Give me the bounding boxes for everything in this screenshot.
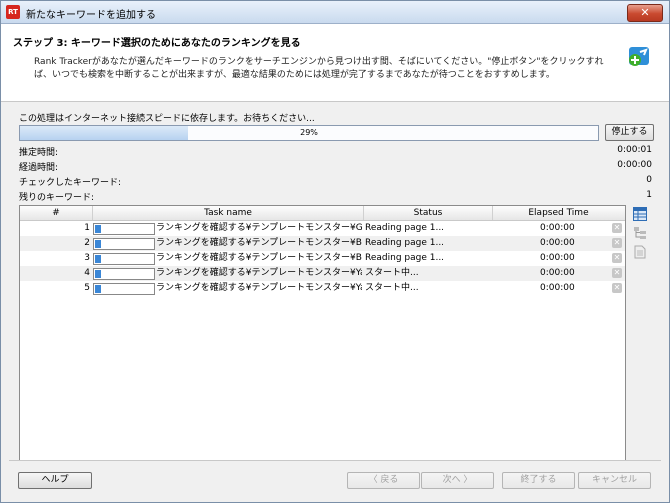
task-progress-fill (95, 285, 101, 293)
remove-task-icon[interactable]: ✕ (612, 268, 622, 278)
column-header-status[interactable]: Status (364, 206, 493, 220)
row-number: 1 (84, 223, 90, 233)
task-status: Reading page 1... (365, 253, 445, 263)
table-view-icon[interactable] (633, 207, 647, 221)
task-status: スタート中... (365, 268, 419, 278)
stat-value-estimated: 0:00:01 (617, 145, 652, 155)
next-button[interactable]: 次へ 〉 (421, 472, 494, 489)
row-number: 4 (84, 268, 90, 278)
overall-progress-bar: 29% (19, 125, 599, 141)
task-elapsed: 0:00:00 (540, 223, 575, 233)
window-title: 新たなキーワードを追加する (26, 10, 156, 21)
back-button[interactable]: 〈 戻る (347, 472, 420, 489)
stat-value-elapsed: 0:00:00 (617, 160, 652, 170)
task-status: Reading page 1... (365, 223, 445, 233)
app-icon: RT (6, 5, 20, 19)
cancel-button[interactable]: キャンセル (578, 472, 651, 489)
task-progress-fill (95, 225, 101, 233)
close-button[interactable]: ✕ (627, 4, 663, 22)
task-progress-bar (93, 238, 155, 250)
footer-divider (9, 460, 661, 461)
add-keyword-icon (629, 47, 649, 66)
column-header-task-name[interactable]: Task name (93, 206, 364, 220)
task-elapsed: 0:00:00 (540, 268, 575, 278)
task-name: ランキングを確認する¥テンプレートモンスター¥Googl... (156, 223, 362, 233)
remove-task-icon[interactable]: ✕ (612, 223, 622, 233)
tree-view-icon[interactable] (633, 226, 647, 240)
task-progress-fill (95, 270, 101, 278)
task-progress-bar (93, 253, 155, 265)
table-row[interactable]: 2 ランキングを確認する¥テンプレートモンスター¥Bing (... Readi… (20, 236, 625, 251)
stat-label-estimated: 推定時間: (19, 148, 59, 158)
wizard-header: ステップ 3: キーワード選択のためにあなたのランキングを見る Rank Tra… (1, 24, 669, 102)
task-progress-fill (95, 240, 101, 248)
task-progress-fill (95, 255, 101, 263)
column-header-number[interactable]: # (20, 206, 93, 220)
task-progress-bar (93, 283, 155, 295)
row-number: 2 (84, 238, 90, 248)
remove-task-icon[interactable]: ✕ (612, 253, 622, 263)
table-row[interactable]: 1 ランキングを確認する¥テンプレートモンスター¥Googl... Readin… (20, 221, 625, 236)
stat-label-checked: チェックしたキーワード: (19, 178, 122, 188)
remove-task-icon[interactable]: ✕ (612, 238, 622, 248)
help-button[interactable]: ヘルプ (18, 472, 92, 489)
row-number: 5 (84, 283, 90, 293)
task-elapsed: 0:00:00 (540, 238, 575, 248)
task-progress-bar (93, 268, 155, 280)
stat-label-remaining: 残りのキーワード: (19, 193, 95, 203)
task-name: ランキングを確認する¥テンプレートモンスター¥Bing (... (156, 253, 362, 263)
step-title: ステップ 3: キーワード選択のためにあなたのランキングを見る (13, 38, 301, 49)
stat-value-remaining: 1 (646, 190, 652, 200)
table-row[interactable]: 4 ランキングを確認する¥テンプレートモンスター¥Yahoo... スタート中.… (20, 266, 625, 281)
task-progress-bar (93, 223, 155, 235)
task-status: スタート中... (365, 283, 419, 293)
task-table: # Task name Status Elapsed Time 1 ランキングを… (19, 205, 626, 461)
finish-button[interactable]: 終了する (502, 472, 575, 489)
stat-value-checked: 0 (646, 175, 652, 185)
table-row[interactable]: 5 ランキングを確認する¥テンプレートモンスター¥Yahoo... スタート中.… (20, 281, 625, 296)
task-name: ランキングを確認する¥テンプレートモンスター¥Bing (... (156, 238, 362, 248)
task-elapsed: 0:00:00 (540, 253, 575, 263)
step-description: Rank Trackerがあなたが選んだキーワードのランクをサーチエンジンから見… (34, 57, 604, 80)
row-number: 3 (84, 253, 90, 263)
column-header-elapsed[interactable]: Elapsed Time (493, 206, 624, 220)
stop-button[interactable]: 停止する (605, 124, 654, 141)
stat-label-elapsed: 経過時間: (19, 163, 59, 173)
dialog-window: RT 新たなキーワードを追加する ✕ ステップ 3: キーワード選択のためにあな… (0, 0, 670, 503)
report-icon[interactable] (633, 245, 647, 259)
task-name: ランキングを確認する¥テンプレートモンスター¥Yahoo... (156, 268, 362, 278)
task-elapsed: 0:00:00 (540, 283, 575, 293)
task-status: Reading page 1... (365, 238, 445, 248)
remove-task-icon[interactable]: ✕ (612, 283, 622, 293)
progress-percent: 29% (300, 128, 318, 137)
status-message: この処理はインターネット接続スピードに依存します。お待ちください... (19, 114, 315, 124)
table-row[interactable]: 3 ランキングを確認する¥テンプレートモンスター¥Bing (... Readi… (20, 251, 625, 266)
table-header: # Task name Status Elapsed Time (20, 206, 625, 221)
task-name: ランキングを確認する¥テンプレートモンスター¥Yahoo... (156, 283, 362, 293)
title-bar[interactable]: RT 新たなキーワードを追加する ✕ (1, 1, 669, 24)
